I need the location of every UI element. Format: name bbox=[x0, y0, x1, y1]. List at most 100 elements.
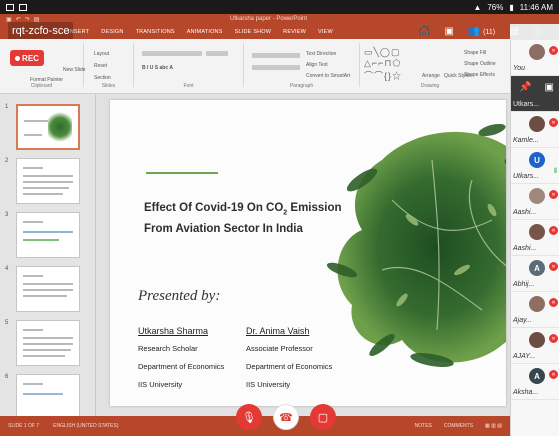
camera-switch-icon[interactable]: ▣ bbox=[444, 26, 453, 37]
participant-tile[interactable]: Aashi... ✕ bbox=[511, 220, 559, 256]
participant-count: (11) bbox=[483, 29, 496, 36]
group-label-slides: Slides bbox=[101, 83, 116, 89]
avatar bbox=[529, 296, 545, 312]
shapes-gallery[interactable]: ▭╲◯▢ △⌐⌐⊓⬠ ⌒⌒{}☆ bbox=[364, 47, 402, 82]
participant-tile[interactable]: A Abhij... ✕ bbox=[511, 256, 559, 292]
shape-effects-button[interactable]: Shape Effects bbox=[464, 72, 495, 78]
slide-thumbnail-4[interactable] bbox=[16, 266, 80, 312]
notification-icon bbox=[19, 3, 27, 11]
info-icon[interactable]: ⓘ bbox=[533, 24, 543, 39]
font-name-box[interactable] bbox=[142, 51, 202, 56]
participant-tile[interactable]: 📌 ▣ Utkars... bbox=[511, 76, 559, 112]
thumb-foliage-image bbox=[48, 110, 72, 144]
language-indicator[interactable]: ENGLISH (UNITED STATES) bbox=[53, 423, 118, 429]
thumb-text-line bbox=[23, 337, 73, 339]
thumb-chart-line bbox=[23, 239, 59, 241]
slide-thumbnail-1[interactable] bbox=[16, 104, 80, 150]
font-format-buttons[interactable]: B I U S abc A bbox=[142, 65, 173, 71]
headphones-icon[interactable]: 🎧 bbox=[418, 26, 430, 37]
reset-button[interactable]: Reset bbox=[94, 63, 107, 69]
participants-strip: You ✕ 📌 ▣ Utkars... Kamle... ✕ U Utkars.… bbox=[510, 40, 559, 436]
battery-level: 76% bbox=[487, 2, 504, 12]
pin-icon[interactable]: 📌 bbox=[519, 82, 531, 93]
participant-name: Abhij... bbox=[513, 281, 535, 288]
mic-off-icon: ✕ bbox=[549, 226, 558, 235]
participant-name: Aksha... bbox=[513, 389, 539, 396]
author-1-role: Research Scholar bbox=[138, 344, 198, 353]
comments-button[interactable]: COMMENTS bbox=[444, 423, 473, 429]
participant-name: Utkars... bbox=[513, 101, 540, 108]
group-font: B I U S abc A Font bbox=[134, 43, 244, 89]
thumb-chart-line bbox=[23, 231, 73, 233]
participant-tile[interactable]: You ✕ bbox=[511, 40, 559, 76]
current-slide[interactable]: Effect Of Covid-19 On CO2 Emission From … bbox=[110, 100, 506, 406]
meet-toolbar: 🎧 ▣ 👥 (11) ▤ ⓘ bbox=[418, 24, 543, 39]
tab-design[interactable]: DESIGN bbox=[95, 29, 129, 35]
participant-tile[interactable]: Kamle... ✕ bbox=[511, 112, 559, 148]
slide-thumbnail-3[interactable] bbox=[16, 212, 80, 258]
author-1-block: Utkarsha Sharma Research Scholar Departm… bbox=[138, 322, 224, 394]
participant-name: Ajay... bbox=[513, 317, 532, 324]
mic-toggle-button[interactable]: 🎙︎ bbox=[236, 404, 262, 430]
avatar: U bbox=[529, 152, 545, 168]
slide-thumbnail-6[interactable] bbox=[16, 374, 80, 416]
author-2-name: Dr. Anima Vaish bbox=[246, 326, 310, 336]
thumb-text-line bbox=[23, 349, 71, 351]
slide-thumbnail-2[interactable] bbox=[16, 158, 80, 204]
arrange-button[interactable]: Arrange bbox=[422, 73, 440, 79]
layout-button[interactable]: Layout bbox=[94, 51, 109, 57]
slide-number-5: 5 bbox=[5, 320, 9, 326]
list-buttons[interactable] bbox=[252, 53, 300, 58]
tab-review[interactable]: REVIEW bbox=[277, 29, 312, 35]
font-size-box[interactable] bbox=[206, 51, 228, 56]
shape-outline-button[interactable]: Shape Outline bbox=[464, 61, 496, 67]
people-button[interactable]: 👥 (11) bbox=[468, 26, 495, 37]
author-1-name: Utkarsha Sharma bbox=[138, 326, 209, 336]
end-call-button[interactable]: ☎ bbox=[273, 404, 299, 430]
ppt-title-bar: ▣ ↶ ↷ ▤ Utkarsha paper - PowerPoint bbox=[0, 14, 559, 24]
tab-view[interactable]: VIEW bbox=[312, 29, 339, 35]
slide-thumbnail-5[interactable] bbox=[16, 320, 80, 366]
participant-name: Aashi... bbox=[513, 245, 537, 252]
shape-fill-button[interactable]: Shape Fill bbox=[464, 50, 486, 56]
mic-off-icon: ✕ bbox=[549, 370, 558, 379]
avatar bbox=[529, 188, 545, 204]
thumb-text-line bbox=[23, 289, 73, 291]
screenshot-icon bbox=[6, 3, 14, 11]
tab-animations[interactable]: ANIMATIONS bbox=[181, 29, 229, 35]
participant-tile[interactable]: A Aksha... ✕ bbox=[511, 364, 559, 400]
thumb-text-line bbox=[23, 193, 63, 195]
align-buttons[interactable] bbox=[252, 65, 300, 70]
author-2-org: IIS University bbox=[246, 380, 291, 389]
group-drawing: ▭╲◯▢ △⌐⌐⊓⬠ ⌒⌒{}☆ Arrange Quick Styles Shap… bbox=[360, 43, 500, 89]
author-2-dept: Department of Economics bbox=[246, 362, 333, 371]
wifi-icon: ▲ bbox=[473, 2, 482, 12]
mic-off-icon: ✕ bbox=[549, 118, 558, 127]
align-text-button[interactable]: Align Text bbox=[306, 62, 328, 68]
thumb-text-line bbox=[23, 275, 43, 277]
participant-tile[interactable]: AJAY... ✕ bbox=[511, 328, 559, 364]
chat-icon[interactable]: ▤ bbox=[509, 26, 518, 37]
title-accent-line bbox=[146, 172, 218, 174]
slide-number-1: 1 bbox=[5, 104, 9, 110]
thumb-text-line bbox=[23, 181, 73, 183]
new-slide-button[interactable]: New Slide bbox=[63, 67, 86, 73]
tab-slide-show[interactable]: SLIDE SHOW bbox=[229, 29, 278, 35]
participant-tile[interactable]: Ajay... ✕ bbox=[511, 292, 559, 328]
section-button[interactable]: Section bbox=[94, 75, 111, 81]
tab-transitions[interactable]: TRANSITIONS bbox=[130, 29, 181, 35]
participant-tile[interactable]: Aashi... ✕ bbox=[511, 184, 559, 220]
slide-counter: SLIDE 1 OF 7 bbox=[8, 423, 40, 429]
camera-toggle-button[interactable]: ▢ bbox=[310, 404, 336, 430]
participant-tile[interactable]: U Utkars... ⦀ bbox=[511, 148, 559, 184]
author-1-org: IIS University bbox=[138, 380, 183, 389]
text-direction-button[interactable]: Text Direction bbox=[306, 51, 336, 57]
group-paragraph: Text Direction Align Text Convert to Sma… bbox=[244, 43, 360, 89]
view-buttons[interactable]: ▦ ▥ ▤ bbox=[485, 423, 502, 429]
participant-name: Aashi... bbox=[513, 209, 537, 216]
notes-button[interactable]: NOTES bbox=[415, 423, 432, 429]
ribbon: Format Painter Clipboard Layout Reset Se… bbox=[0, 39, 510, 94]
presenting-icon: ▣ bbox=[544, 82, 554, 93]
convert-smartart-button[interactable]: Convert to SmartArt bbox=[306, 73, 350, 79]
recording-badge: REC bbox=[10, 50, 44, 66]
